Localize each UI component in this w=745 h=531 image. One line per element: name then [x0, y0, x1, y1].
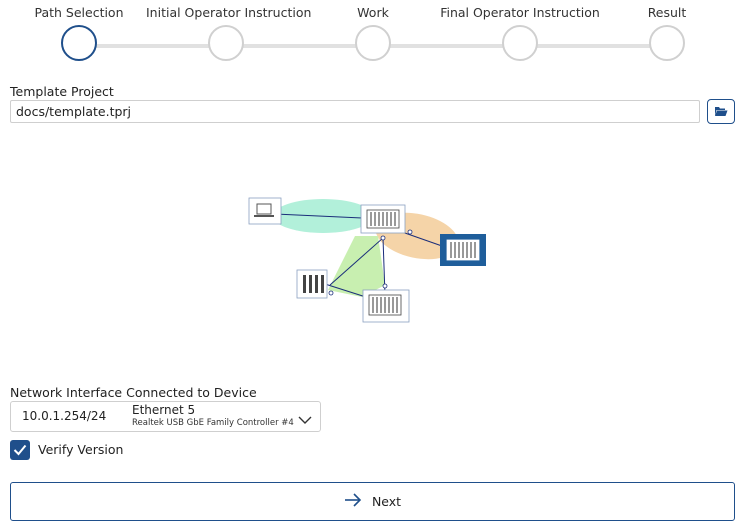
chevron-down-icon: [298, 410, 312, 429]
step-path-selection[interactable]: Path Selection: [0, 5, 159, 61]
network-adapter-name: Ethernet 5: [132, 403, 196, 417]
plc-device-icon: [360, 204, 406, 234]
network-ip: 10.0.1.254/24: [22, 409, 107, 423]
arrow-right-icon: [344, 492, 362, 511]
next-label: Next: [371, 494, 402, 509]
network-interface-label: Network Interface Connected to Device: [10, 385, 257, 400]
step-initial-operator-instruction[interactable]: Initial Operator Instruction: [146, 5, 312, 61]
step-label: Work: [357, 5, 389, 20]
step-label: Final Operator Instruction: [440, 5, 600, 20]
next-button[interactable]: Next: [10, 482, 735, 521]
topology-svg: [248, 197, 486, 323]
plc-device-icon: [362, 289, 410, 323]
step-label: Initial Operator Instruction: [146, 5, 312, 20]
network-topology-diagram: [245, 190, 495, 325]
step-indicator: [502, 25, 538, 61]
step-label: Path Selection: [34, 5, 124, 20]
step-indicator: [61, 25, 97, 61]
template-project-input[interactable]: [10, 100, 700, 123]
step-result[interactable]: Result: [587, 5, 745, 61]
step-label: Result: [647, 5, 687, 20]
stepper: Path Selection Initial Operator Instruct…: [0, 0, 745, 70]
step-work[interactable]: Work: [293, 5, 453, 61]
step-indicator: [649, 25, 685, 61]
network-interface-select[interactable]: 10.0.1.254/24 Ethernet 5 Realtek USB GbE…: [10, 401, 321, 432]
checkmark-icon: [13, 441, 27, 460]
step-final-operator-instruction[interactable]: Final Operator Instruction: [440, 5, 600, 61]
browse-button[interactable]: [707, 99, 735, 124]
port-node: [407, 229, 413, 235]
plc-device-selected-icon: [440, 234, 486, 266]
port-node: [382, 283, 388, 289]
verify-version-label: Verify Version: [38, 442, 124, 457]
template-project-label: Template Project: [10, 84, 114, 99]
step-indicator: [208, 25, 244, 61]
step-indicator: [355, 25, 391, 61]
port-node: [380, 235, 386, 241]
io-module-device-icon: [296, 269, 328, 299]
port-node: [328, 290, 334, 296]
folder-open-icon: [714, 102, 728, 121]
network-adapter-description: Realtek USB GbE Family Controller #4: [132, 418, 294, 428]
workstation-device-icon: [248, 197, 282, 225]
verify-version-checkbox[interactable]: [10, 440, 30, 460]
